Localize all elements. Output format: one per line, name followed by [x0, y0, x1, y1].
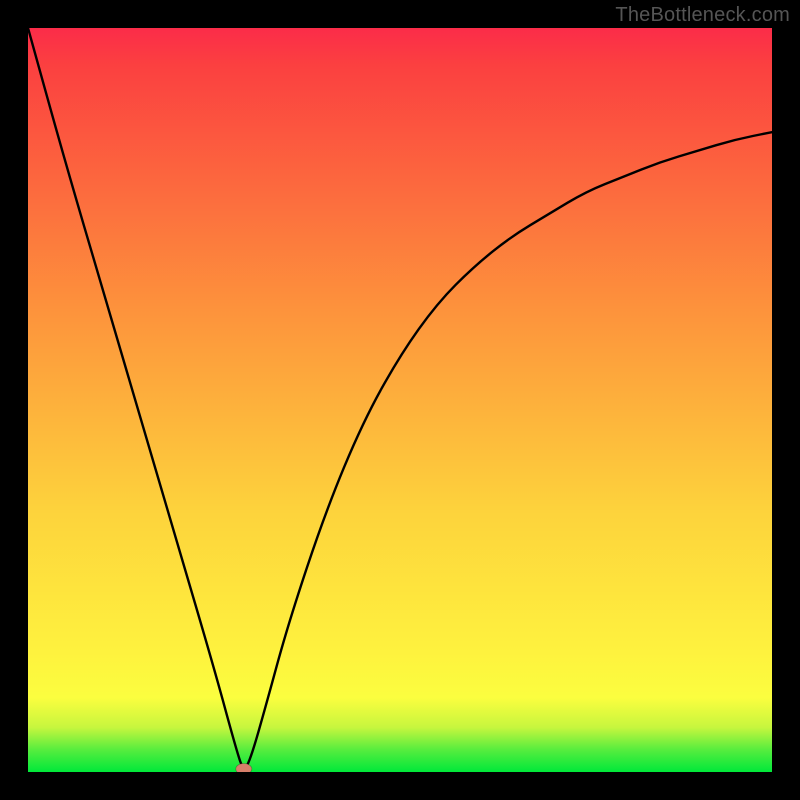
- watermark-text: TheBottleneck.com: [615, 4, 790, 27]
- plot-area: [28, 28, 772, 772]
- minimum-marker: [236, 764, 252, 773]
- chart-frame: TheBottleneck.com: [0, 0, 800, 800]
- plot-svg: [28, 28, 772, 772]
- bottleneck-curve: [28, 28, 772, 768]
